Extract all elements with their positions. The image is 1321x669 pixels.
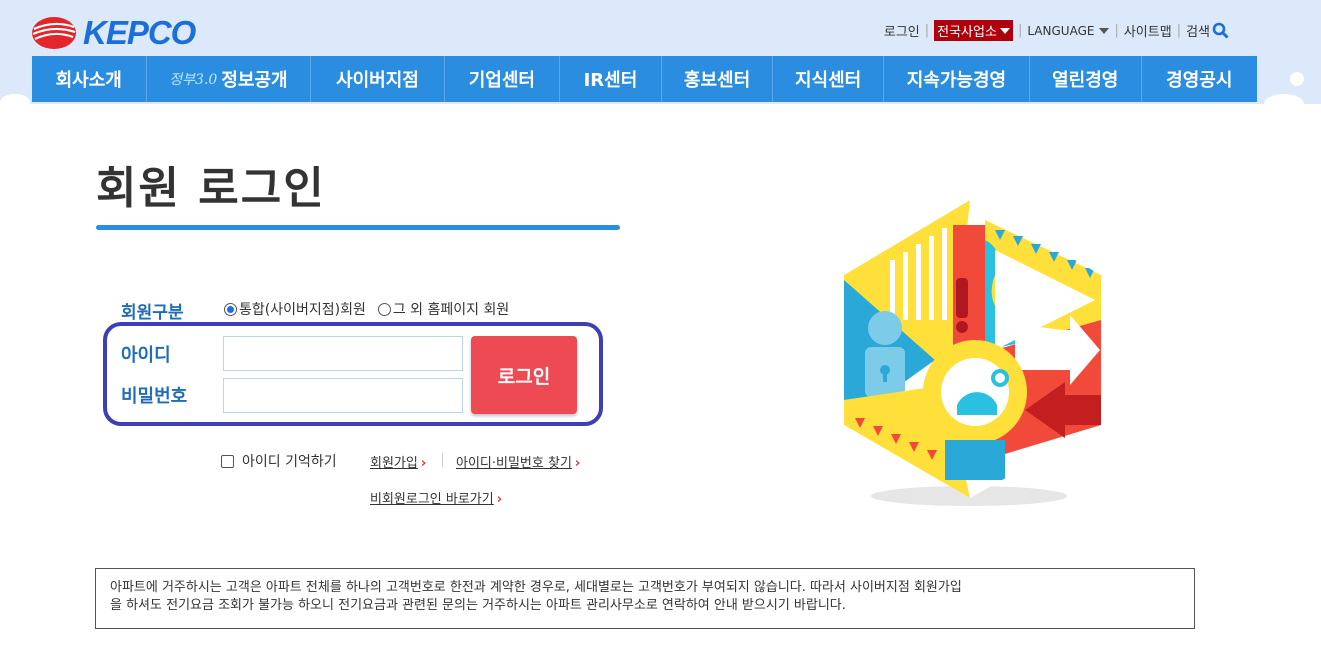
nav-label: 기업센터: [468, 70, 535, 91]
guest-login-link[interactable]: 비회원로그인 바로가기 ›: [370, 488, 502, 507]
kepco-logo[interactable]: KEPCO: [31, 14, 196, 52]
cloud-decoration: [0, 94, 30, 110]
find-label: 아이디·비밀번호 찾기: [456, 456, 572, 471]
notice-line: 을 하셔도 전기요금 조회가 불가능 하오니 전기요금과 관련된 문의는 거주하…: [110, 598, 846, 613]
nav-label: 홍보센터: [683, 70, 751, 91]
find-id-password-link[interactable]: 아이디·비밀번호 찾기 ›: [456, 452, 580, 471]
radio-label: 그 외 홈페이지 회원: [392, 302, 510, 318]
nav-label: 정보공개: [221, 70, 288, 91]
search-icon: [1212, 22, 1229, 39]
chevron-right-icon: ›: [420, 456, 427, 471]
nav-label: IR센터: [583, 70, 638, 91]
main-nav: 회사소개 정부3.0 정보공개 사이버지점 기업센터 IR센터 홍보센터 지식센터…: [32, 56, 1257, 102]
chevron-down-icon: [999, 27, 1010, 34]
sitemap-link[interactable]: 사이트맵: [1124, 21, 1172, 40]
nav-label: 지식센터: [794, 70, 862, 91]
login-button[interactable]: 로그인: [471, 336, 577, 414]
id-input[interactable]: [223, 336, 463, 371]
guest-label: 비회원로그인 바로가기: [370, 492, 494, 507]
notice-line: 아파트에 거주하시는 고객은 아파트 전체를 하나의 고객번호로 한전과 계약한…: [110, 580, 962, 595]
language-label: LANGUAGE: [1027, 23, 1095, 38]
divider: |: [1114, 23, 1119, 38]
radio-button[interactable]: [377, 302, 391, 316]
nav-label: 열린경영: [1052, 70, 1119, 91]
signup-link[interactable]: 회원가입 ›: [370, 452, 426, 471]
nav-item-sustainability[interactable]: 지속가능경영: [884, 56, 1030, 102]
id-label: 아이디: [121, 345, 171, 366]
member-type-radios: 통합(사이버지점)회원 그 외 홈페이지 회원: [224, 299, 509, 319]
nav-item-disclosure[interactable]: 정부3.0 정보공개: [147, 56, 312, 102]
nav-item-business-center[interactable]: 기업센터: [445, 56, 561, 102]
nav-label: 회사소개: [55, 70, 122, 91]
divider: |: [924, 23, 930, 38]
remember-checkbox[interactable]: [221, 454, 234, 468]
nav-label: 사이버지점: [336, 70, 419, 91]
nav-item-cyber-branch[interactable]: 사이버지점: [311, 56, 445, 102]
nav-item-open-management[interactable]: 열린경영: [1030, 56, 1142, 102]
region-dropdown[interactable]: 전국사업소: [934, 20, 1013, 41]
radio-button[interactable]: [224, 302, 237, 316]
remember-id[interactable]: 아이디 기억하기: [221, 451, 337, 471]
divider: |: [1017, 23, 1023, 38]
signup-label: 회원가입: [370, 456, 418, 471]
search-label: 검색: [1186, 25, 1210, 40]
cloud-decoration: [1264, 94, 1304, 114]
security-illustration: [844, 200, 1101, 506]
gov30-badge: 정부3.0: [169, 72, 218, 88]
nav-label: 지속가능경영: [906, 70, 1007, 91]
chevron-right-icon: ›: [496, 492, 503, 507]
nav-item-disclosure-management[interactable]: 경영공시: [1142, 56, 1257, 102]
kepco-emblem-icon: [32, 17, 76, 49]
nav-item-pr-center[interactable]: 홍보센터: [662, 56, 774, 102]
chevron-right-icon: ›: [574, 456, 581, 471]
chevron-down-icon: [1099, 27, 1110, 34]
nav-item-ir-center[interactable]: IR센터: [560, 56, 662, 102]
password-input[interactable]: [223, 378, 463, 413]
member-type-label: 회원구분: [121, 303, 184, 323]
divider: |: [1176, 23, 1182, 38]
language-dropdown[interactable]: LANGUAGE: [1027, 23, 1110, 38]
nav-label: 경영공시: [1166, 70, 1233, 91]
radio-other-member[interactable]: 그 외 홈페이지 회원: [377, 299, 510, 319]
page-title: 회원 로그인: [96, 163, 326, 214]
nav-item-knowledge-center[interactable]: 지식센터: [773, 56, 884, 102]
logo-text: KEPCO: [83, 14, 196, 51]
radio-label: 통합(사이버지점)회원: [239, 302, 366, 318]
nav-item-company[interactable]: 회사소개: [32, 56, 147, 102]
region-label: 전국사업소: [937, 25, 997, 40]
login-link[interactable]: 로그인: [884, 21, 920, 40]
password-label: 비밀번호: [121, 386, 188, 407]
radio-integrated-member[interactable]: 통합(사이버지점)회원: [224, 299, 366, 319]
apartment-notice: 아파트에 거주하시는 고객은 아파트 전체를 하나의 고객번호로 한전과 계약한…: [95, 568, 1195, 629]
cloud-decoration: [1290, 72, 1304, 86]
remember-label: 아이디 기억하기: [242, 454, 337, 470]
search-button[interactable]: 검색: [1186, 21, 1229, 40]
divider: [442, 453, 443, 467]
title-underline: [96, 225, 620, 230]
utility-nav: 로그인 | 전국사업소 | LANGUAGE | 사이트맵 | 검색: [884, 20, 1229, 41]
